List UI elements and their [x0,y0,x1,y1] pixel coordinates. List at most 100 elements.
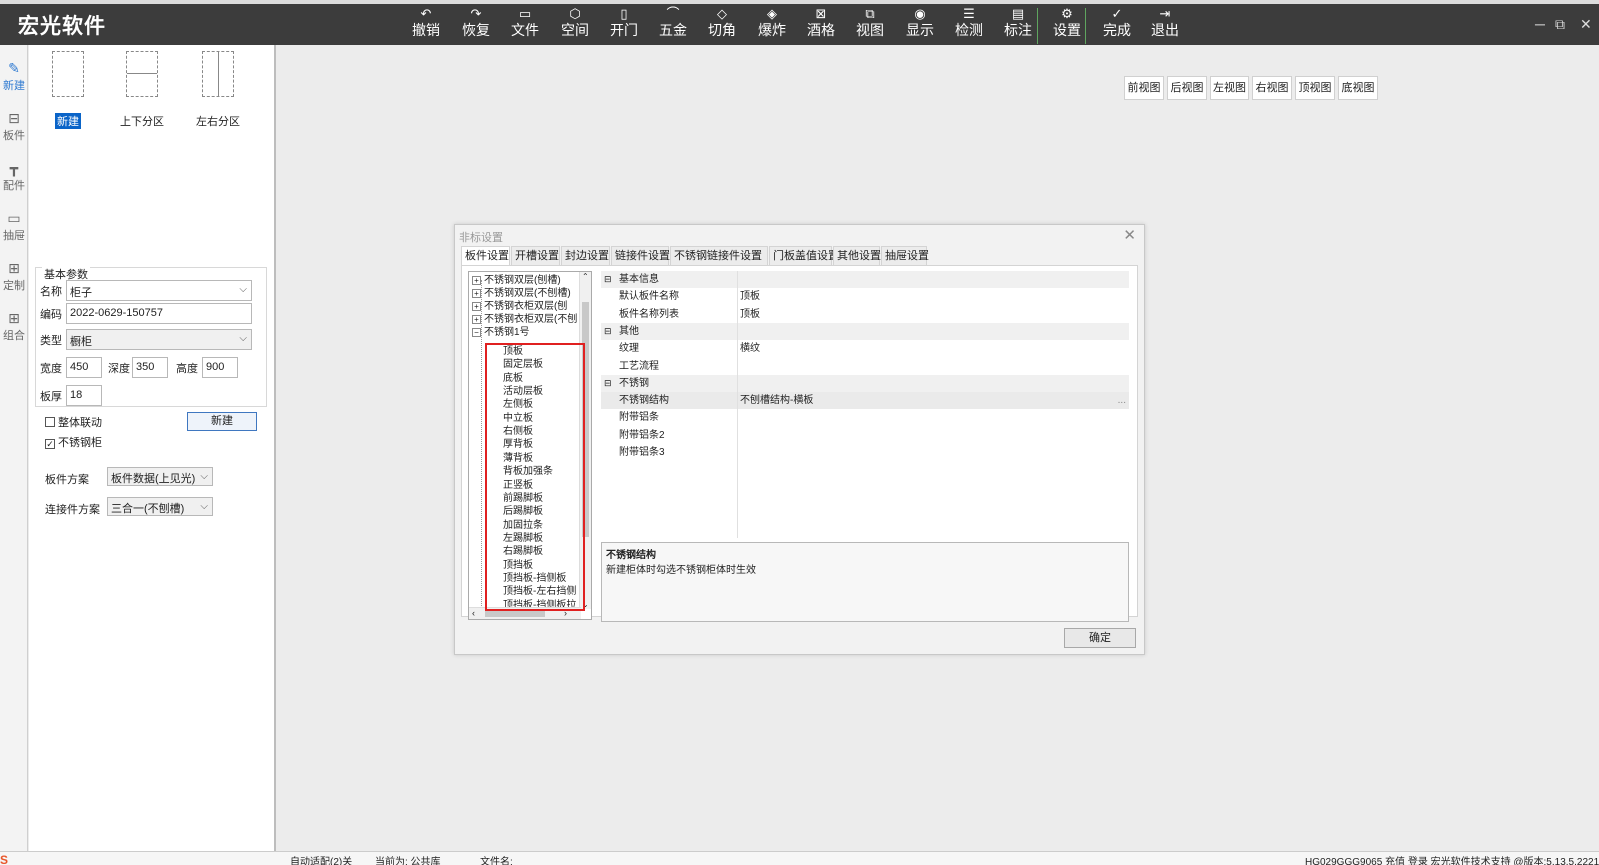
status-right: HG029GGG9065 充值 登录 宏光软件技术支持 @版本:5.13.5.2… [1305,857,1599,865]
close-icon[interactable]: ✕ [1123,226,1136,244]
annotation-icon: ▤ [1011,6,1025,21]
depth-field[interactable]: 350 [132,357,168,378]
linkage-checkbox[interactable]: 整体联动 [45,414,102,430]
height-field[interactable]: 900 [202,357,238,378]
view-button-0[interactable]: 前视图 [1124,76,1164,100]
view-button-2[interactable]: 左视图 [1210,76,1249,100]
tree-group[interactable]: + 不锈钢衣柜双层(刨 [472,300,567,313]
rail-item-custom[interactable]: ⊞ 定制 [0,259,28,293]
name-select[interactable]: 柜子 ⌵ [66,280,252,301]
collapse-icon[interactable]: − [472,328,481,337]
expand-icon[interactable]: + [472,315,481,324]
view-button-4[interactable]: 顶视图 [1295,76,1335,100]
scroll-thumb[interactable] [485,610,545,617]
view-button-3[interactable]: 右视图 [1252,76,1292,100]
tab-3[interactable]: 链接件设置 [611,246,670,265]
stainless-checkbox[interactable]: ✓ 不锈钢柜 [45,434,102,450]
property-row[interactable]: 不锈钢结构 不刨槽结构-横板... [601,392,1129,410]
property-value[interactable]: 不刨槽结构-横板 [740,392,813,409]
tree-group[interactable]: + 不锈钢衣柜双层(不刨 [472,313,577,326]
toolbar-annotation-button[interactable]: ▤ 标注 [996,6,1040,40]
status-bar: S 自动适配(2)关 当前为: 公共库 文件名: HG029GGG9065 充值… [0,851,1599,865]
create-button[interactable]: 新建 [187,412,257,431]
property-row[interactable]: 板件名称列表 顶板 [601,305,1129,323]
ok-button[interactable]: 确定 [1064,628,1136,648]
property-category[interactable]: ⊟ 基本信息 [601,271,1129,288]
toolbar-door-button[interactable]: ▯ 开门 [602,6,646,40]
property-category[interactable]: ⊟ 其他 [601,322,1129,340]
board-scheme-select[interactable]: 板件数据(上见光) ⌵ [107,467,213,486]
collapse-icon[interactable]: ⊟ [604,323,612,340]
collapse-icon[interactable]: ⊟ [604,271,612,288]
property-row[interactable]: 附带铝条3 [601,444,1129,461]
toolbar-corner-cut-button[interactable]: ◇ 切角 [700,6,744,40]
property-row[interactable]: 纹理 横纹 [601,340,1129,358]
tab-1[interactable]: 开槽设置 [511,246,560,265]
toolbar-file-button[interactable]: ▭ 文件 [503,6,547,40]
tab-2[interactable]: 封边设置 [561,246,610,265]
toolbar-exit-button[interactable]: ⇥ 退出 [1143,6,1187,40]
tree-group[interactable]: + 不锈钢双层(刨槽) [472,274,561,287]
property-row[interactable]: 默认板件名称 顶板 [601,288,1129,306]
tree-group[interactable]: + 不锈钢双层(不刨槽) [472,287,571,300]
sofa-board-icon: ⊟ [8,110,20,126]
property-row[interactable]: 工艺流程 [601,357,1129,375]
chevron-down-icon: ⌵ [200,471,208,482]
tab-5[interactable]: 门板盖值设置 [769,246,839,265]
width-field[interactable]: 450 [66,357,102,378]
collapse-icon[interactable]: ⊟ [604,375,612,392]
toolbar-eye-button[interactable]: ◉ 显示 [898,6,942,40]
property-row[interactable]: 附带铝条2 [601,426,1129,444]
toolbar-explode-cube-button[interactable]: ◈ 爆炸 [750,6,794,40]
toolbar-space-cube-button[interactable]: ⬡ 空间 [553,6,597,40]
ellipsis-button[interactable]: ... [1118,392,1126,409]
left-panel: 新建 上下分区 左右分区 基本参数 名称 柜子 ⌵ 编码 2022-0629-1507… [29,45,276,851]
toolbar-wine-rack-button[interactable]: ⊠ 酒格 [799,6,843,40]
scroll-left-icon[interactable]: ‹ [472,608,475,618]
stainless-label: 不锈钢柜 [58,437,102,449]
toolbar-hardware-button[interactable]: ⌒ 五金 [651,6,695,40]
thickness-field[interactable]: 18 [66,385,102,406]
rail-item-edit[interactable]: ✎ 新建 [0,59,28,93]
minimize-icon[interactable]: ─ [1535,16,1545,32]
property-value[interactable]: 横纹 [740,340,760,357]
property-value[interactable]: 顶板 [740,288,760,305]
basic-params-group: 基本参数 名称 柜子 ⌵ 编码 2022-0629-150757 类型 橱柜 ⌵ 宽… [35,266,267,407]
tree-group-label: 不锈钢双层(不刨槽) [484,288,571,299]
dialog-title: 非标设置 [459,232,503,244]
restore-icon[interactable]: ⧉ [1555,16,1565,33]
rail-item-drawer[interactable]: ▭ 抽屉 [0,209,28,243]
toolbar-undo-button[interactable]: ↶ 撤销 [404,6,448,40]
close-icon[interactable]: ✕ [1580,16,1592,33]
template-0[interactable]: 新建 [37,51,99,129]
expand-icon[interactable]: + [472,302,481,311]
toolbar-settings-button[interactable]: ⚙ 设置 [1045,6,1089,40]
toolbar-redo-button[interactable]: ↷ 恢复 [454,6,498,40]
expand-icon[interactable]: + [472,276,481,285]
rail-item-combine[interactable]: ⊞ 组合 [0,309,28,343]
connector-scheme-select[interactable]: 三合一(不刨槽) ⌵ [107,497,213,516]
property-value[interactable]: 顶板 [740,306,760,323]
template-1[interactable]: 上下分区 [111,51,173,129]
toolbar-label: 五金 [659,23,687,39]
toolbar-done-check-button[interactable]: ✓ 完成 [1095,6,1139,40]
code-field[interactable]: 2022-0629-150757 [66,303,252,324]
tab-4[interactable]: 不锈钢链接件设置 [670,246,768,265]
tab-0[interactable]: 板件设置 [461,246,510,266]
thickness-value: 18 [70,389,83,401]
property-category[interactable]: ⊟ 不锈钢 [601,374,1129,392]
tab-7[interactable]: 抽屉设置 [881,246,929,265]
rail-item-fitting[interactable]: ┳ 配件 [0,159,28,193]
rail-item-sofa-board[interactable]: ⊟ 板件 [0,109,28,143]
property-key: 附带铝条 [619,412,659,424]
scroll-up-icon[interactable]: ⌃ [582,272,589,281]
view-button-1[interactable]: 后视图 [1167,76,1207,100]
property-row[interactable]: 附带铝条 [601,409,1129,427]
view-button-5[interactable]: 底视图 [1338,76,1378,100]
type-select[interactable]: 橱柜 ⌵ [66,329,252,350]
expand-icon[interactable]: + [472,289,481,298]
toolbar-view-button[interactable]: ⧉ 视图 [848,6,892,40]
tab-6[interactable]: 其他设置 [833,246,881,265]
toolbar-check-list-button[interactable]: ☰ 检测 [947,6,991,40]
template-2[interactable]: 左右分区 [187,51,249,129]
